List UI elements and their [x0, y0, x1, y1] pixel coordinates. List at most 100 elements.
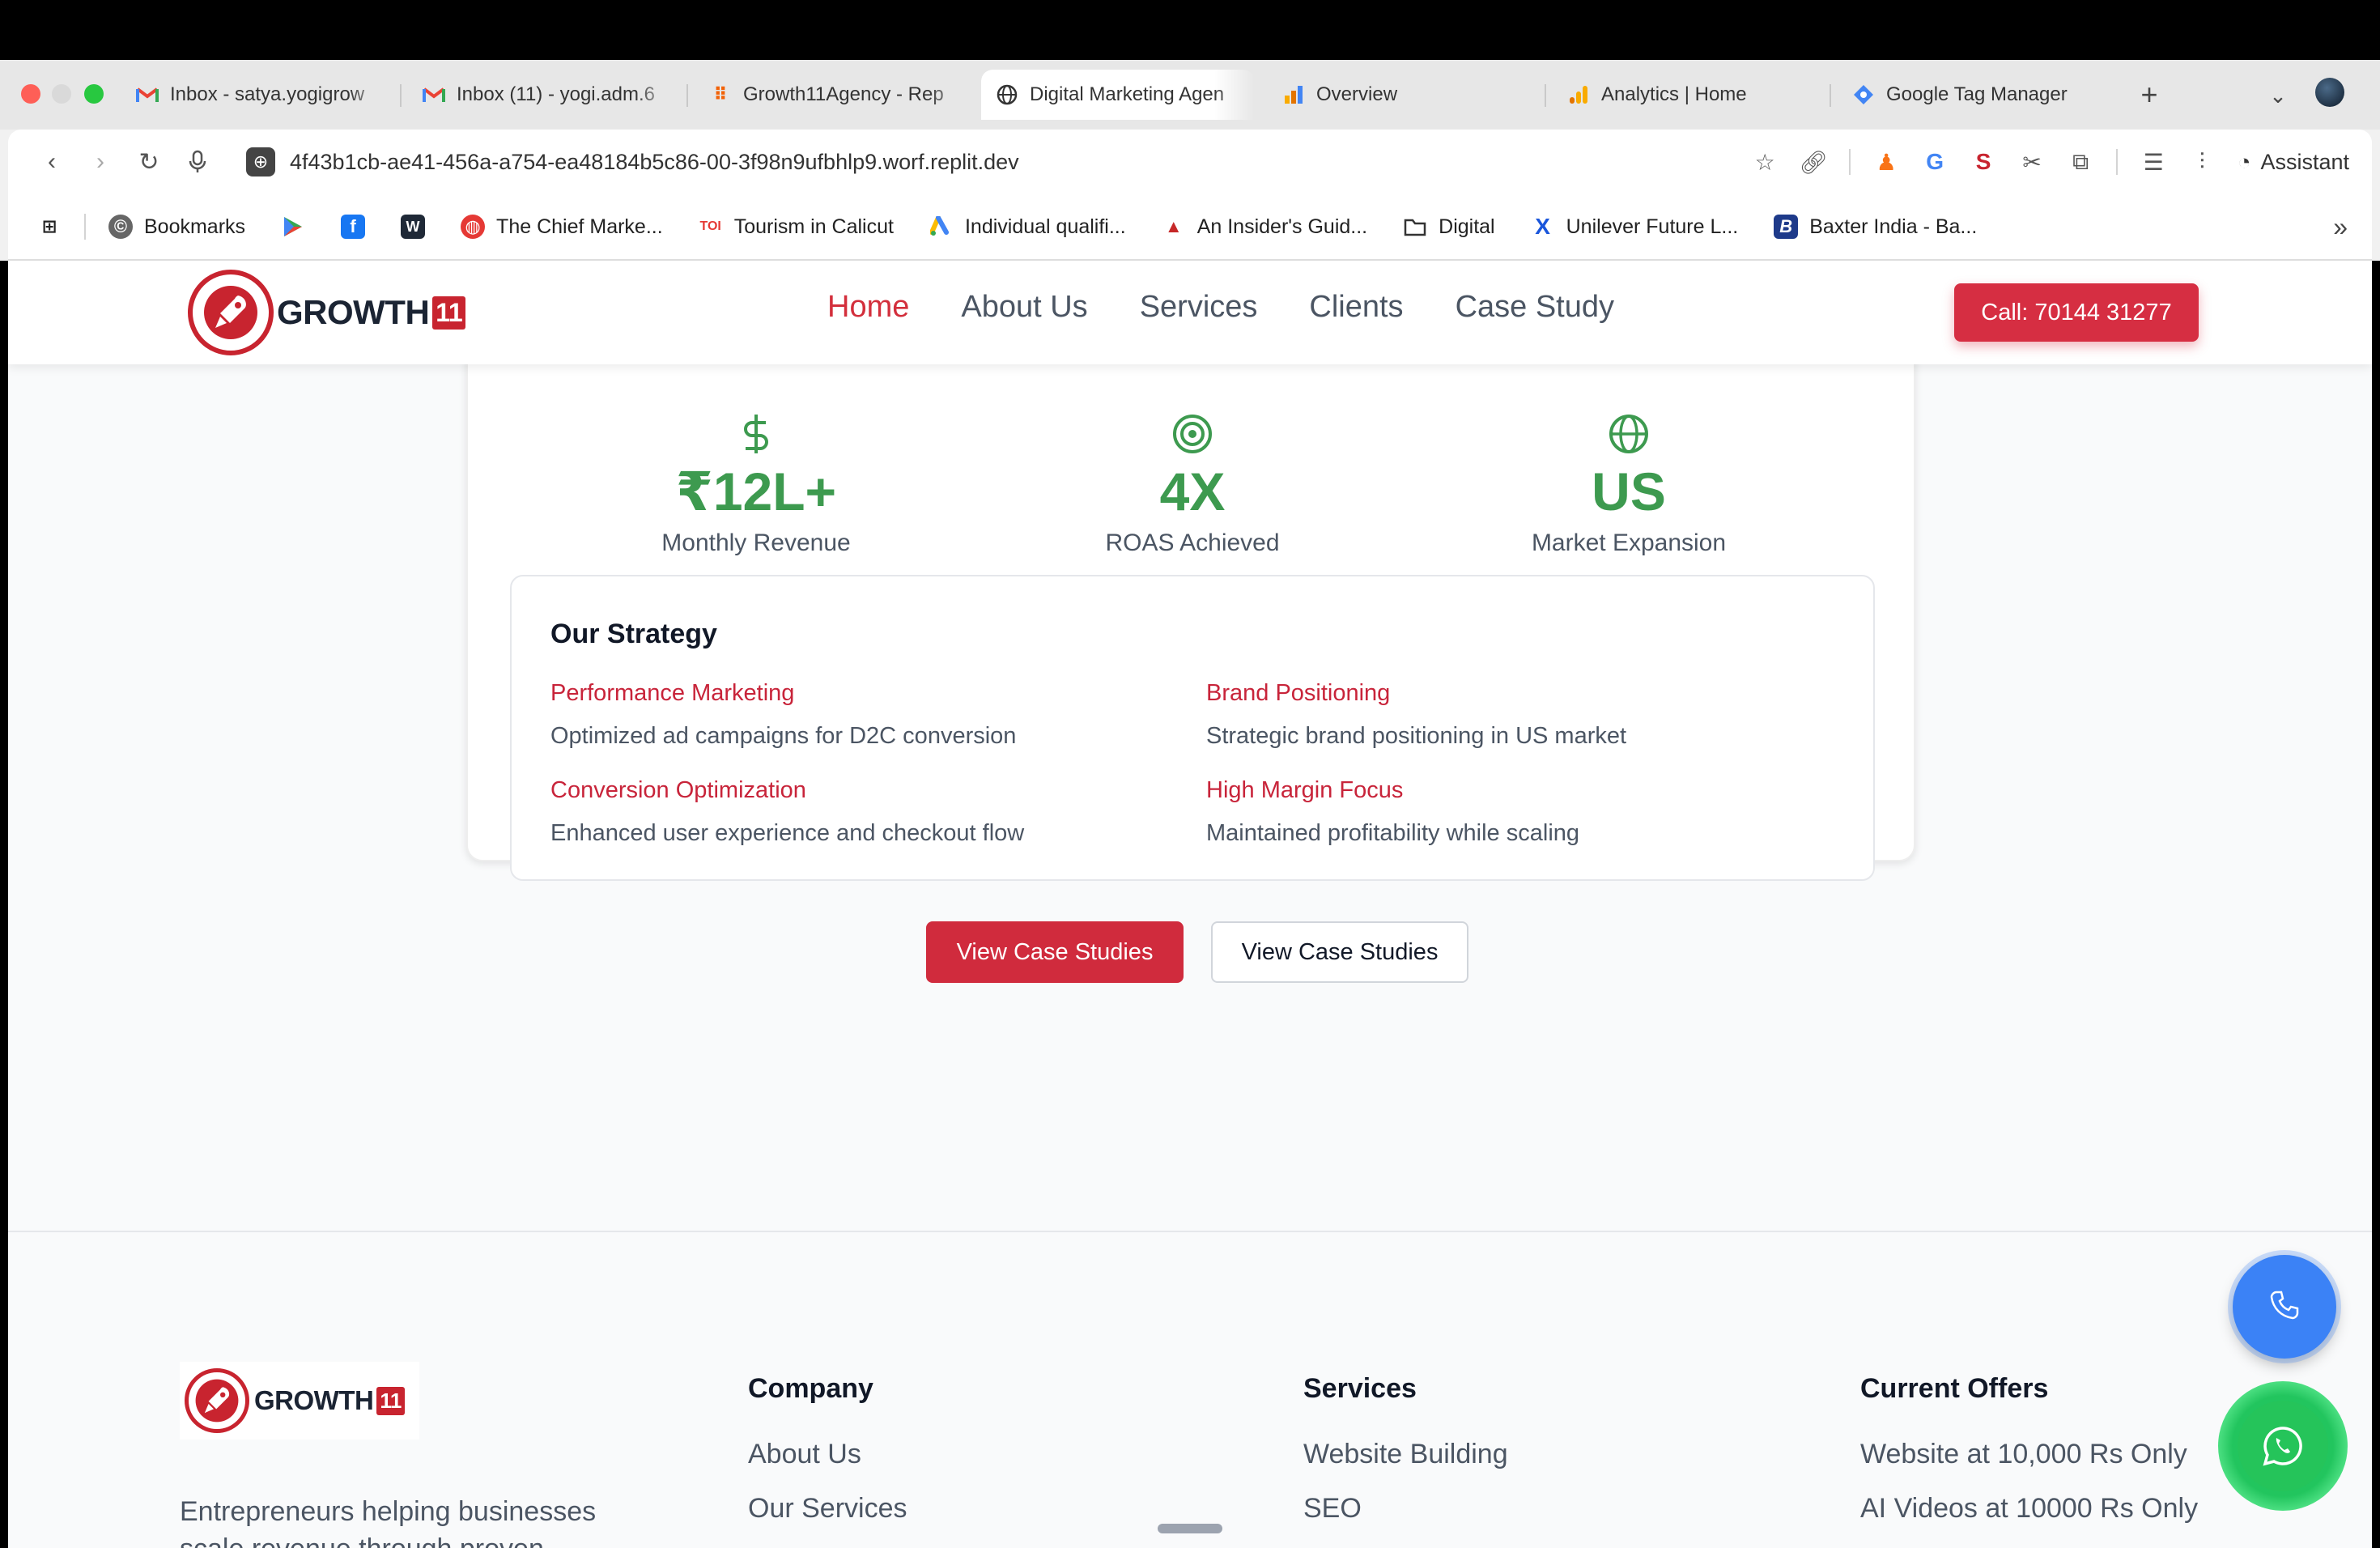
extension-person-icon[interactable]: ♟: [1873, 149, 1899, 175]
call-button[interactable]: Call: 70144 31277: [1954, 283, 2199, 342]
star-icon[interactable]: ☆: [1752, 149, 1778, 175]
site-info-icon[interactable]: ⊕: [246, 147, 275, 176]
toi-icon: TOI: [699, 219, 721, 233]
maximize-window-button[interactable]: [84, 84, 104, 104]
view-case-studies-button[interactable]: View Case Studies: [926, 921, 1184, 983]
analytics-icon: [1567, 83, 1590, 106]
address-bar[interactable]: ⊕ 4f43b1cb-ae41-456a-a754-ea48184b5c86-0…: [246, 141, 1541, 183]
bookmark-item[interactable]: © Bookmarks: [108, 215, 245, 239]
scroll-indicator[interactable]: [1158, 1524, 1222, 1533]
gmail-icon: [423, 83, 445, 106]
apps-grid-icon-glyph: ⊞: [41, 216, 57, 236]
strategy-item-desc: Enhanced user experience and checkout fl…: [550, 820, 1025, 846]
seo-extension-icon[interactable]: S: [1970, 149, 1996, 175]
site-header: GROWTH 11 Home About Us Services Clients …: [8, 261, 2372, 364]
nav-about-us[interactable]: About Us: [961, 290, 1087, 325]
footer-link[interactable]: Website Building: [1303, 1439, 1508, 1470]
tab-label: Google Tag Manager: [1886, 83, 2068, 105]
browser-tab-active[interactable]: Digital Marketing Agen: [981, 70, 1255, 120]
bookmarks-divider: [84, 214, 86, 240]
bookmark-item[interactable]: X Unilever Future L...: [1531, 214, 1738, 239]
nav-clients[interactable]: Clients: [1309, 290, 1403, 325]
forward-icon[interactable]: ›: [84, 146, 117, 178]
new-tab-button[interactable]: +: [2131, 76, 2168, 113]
bookmark-label: Digital: [1439, 215, 1495, 238]
stat-value: 4X: [1159, 461, 1226, 521]
logo-number: 11: [376, 1386, 405, 1415]
extensions-puzzle-icon[interactable]: ⧉: [2068, 149, 2093, 175]
bookmark-item[interactable]: [281, 215, 305, 239]
chevron-down-icon[interactable]: ⌄: [2262, 79, 2294, 112]
footer-link[interactable]: Our Services: [748, 1493, 907, 1525]
tab-divider: [400, 84, 402, 107]
footer-column-title: Services: [1303, 1373, 1417, 1404]
site-logo[interactable]: GROWTH 11: [188, 269, 466, 356]
main-nav: Home About Us Services Clients Case Stud…: [827, 290, 1614, 325]
strategy-item: Performance Marketing Optimized ad campa…: [550, 680, 1016, 750]
browser-tab[interactable]: ⠿ Growth11Agency - Rep: [695, 70, 970, 120]
block-extension-icon[interactable]: ✂: [2019, 149, 2045, 175]
browser-tab[interactable]: Analytics | Home: [1553, 70, 1820, 120]
close-window-button[interactable]: [21, 84, 40, 104]
bookmark-folder[interactable]: Digital: [1403, 215, 1495, 239]
footer-link[interactable]: Website at 10,000 Rs Only: [1860, 1439, 2198, 1470]
browser-tab[interactable]: Google Tag Manager: [1838, 70, 2113, 120]
minimize-window-button[interactable]: [52, 84, 71, 104]
link-icon[interactable]: 🔗︎: [1799, 149, 1828, 175]
tab-divider: [1545, 84, 1546, 107]
stat-label: ROAS Achieved: [1105, 529, 1280, 556]
strategy-title: Our Strategy: [550, 619, 717, 649]
footer-link[interactable]: About Us: [748, 1439, 907, 1470]
stat-market: US Market Expansion: [1434, 413, 1823, 557]
audio-wave-icon[interactable]: ⫶: [2189, 149, 2215, 175]
bookmarks-bar: ⊞ © Bookmarks f W ◍ The Chief Marke... T…: [8, 194, 2372, 261]
translate-icon[interactable]: G: [1922, 149, 1948, 175]
globe-icon: [996, 83, 1018, 106]
assistant-label: Assistant: [2260, 149, 2349, 174]
gmail-icon: [136, 83, 159, 106]
footer-link[interactable]: SEO: [1303, 1493, 1508, 1525]
browser-tab[interactable]: Inbox (11) - yogi.adm.6: [408, 70, 675, 120]
nav-services[interactable]: Services: [1140, 290, 1258, 325]
play-store-icon: [281, 215, 305, 239]
facebook-icon: f: [341, 215, 366, 239]
bookmark-item[interactable]: f: [341, 215, 366, 239]
bookmark-label: The Chief Marke...: [496, 215, 663, 238]
strategy-item: High Margin Focus Maintained profitabili…: [1206, 777, 1579, 847]
bookmark-item[interactable]: Individual qualifi...: [929, 215, 1126, 239]
whatsapp-fab[interactable]: [2218, 1381, 2348, 1511]
phone-call-fab[interactable]: [2233, 1255, 2336, 1359]
reading-list-icon[interactable]: ☰: [2140, 149, 2166, 175]
browser-tab[interactable]: Overview: [1268, 70, 1535, 120]
page-viewport: GROWTH 11 Home About Us Services Clients …: [8, 261, 2372, 1548]
bookmark-item[interactable]: ▲ An Insider's Guid...: [1162, 215, 1367, 239]
logo-wordmark: GROWTH 11: [277, 293, 466, 332]
profile-avatar[interactable]: [2315, 78, 2344, 107]
footer-logo[interactable]: GROWTH 11: [180, 1362, 419, 1440]
apps-grid-icon[interactable]: ⊞: [37, 215, 62, 239]
assistant-button[interactable]: ◔ Assistant: [2238, 150, 2349, 175]
back-icon[interactable]: ‹: [36, 146, 68, 178]
bookmark-item[interactable]: ◍ The Chief Marke...: [461, 215, 663, 239]
strategy-item-title: Performance Marketing: [550, 680, 795, 706]
strategy-box: Our Strategy Performance Marketing Optim…: [510, 575, 1875, 881]
bookmark-item[interactable]: W: [401, 215, 426, 239]
bookmarks-icon: ©: [108, 215, 133, 239]
more-bookmarks-icon[interactable]: »: [2333, 212, 2348, 242]
browser-tab[interactable]: Inbox - satya.yogigrow: [121, 70, 389, 120]
toolbar-divider: [2116, 149, 2119, 175]
footer-link[interactable]: AI Videos at 10000 Rs Only: [1860, 1493, 2198, 1525]
reload-icon[interactable]: ↻: [133, 146, 165, 178]
strategy-item: Brand Positioning Strategic brand positi…: [1206, 680, 1626, 750]
microphone-icon[interactable]: [181, 146, 214, 178]
phone-icon: [2268, 1289, 2301, 1325]
nav-home[interactable]: Home: [827, 290, 909, 325]
cmo-icon: ◍: [461, 215, 486, 239]
tab-label: Inbox - satya.yogigrow: [170, 83, 365, 105]
bookmark-item[interactable]: B Baxter India - Ba...: [1774, 215, 1977, 239]
nav-case-study[interactable]: Case Study: [1456, 290, 1614, 325]
bookmark-item[interactable]: TOI Tourism in Calicut: [699, 215, 894, 239]
bookmark-label: Tourism in Calicut: [733, 215, 894, 238]
strategy-item-desc: Maintained profitability while scaling: [1206, 820, 1580, 846]
view-case-studies-outline-button[interactable]: View Case Studies: [1211, 921, 1468, 983]
